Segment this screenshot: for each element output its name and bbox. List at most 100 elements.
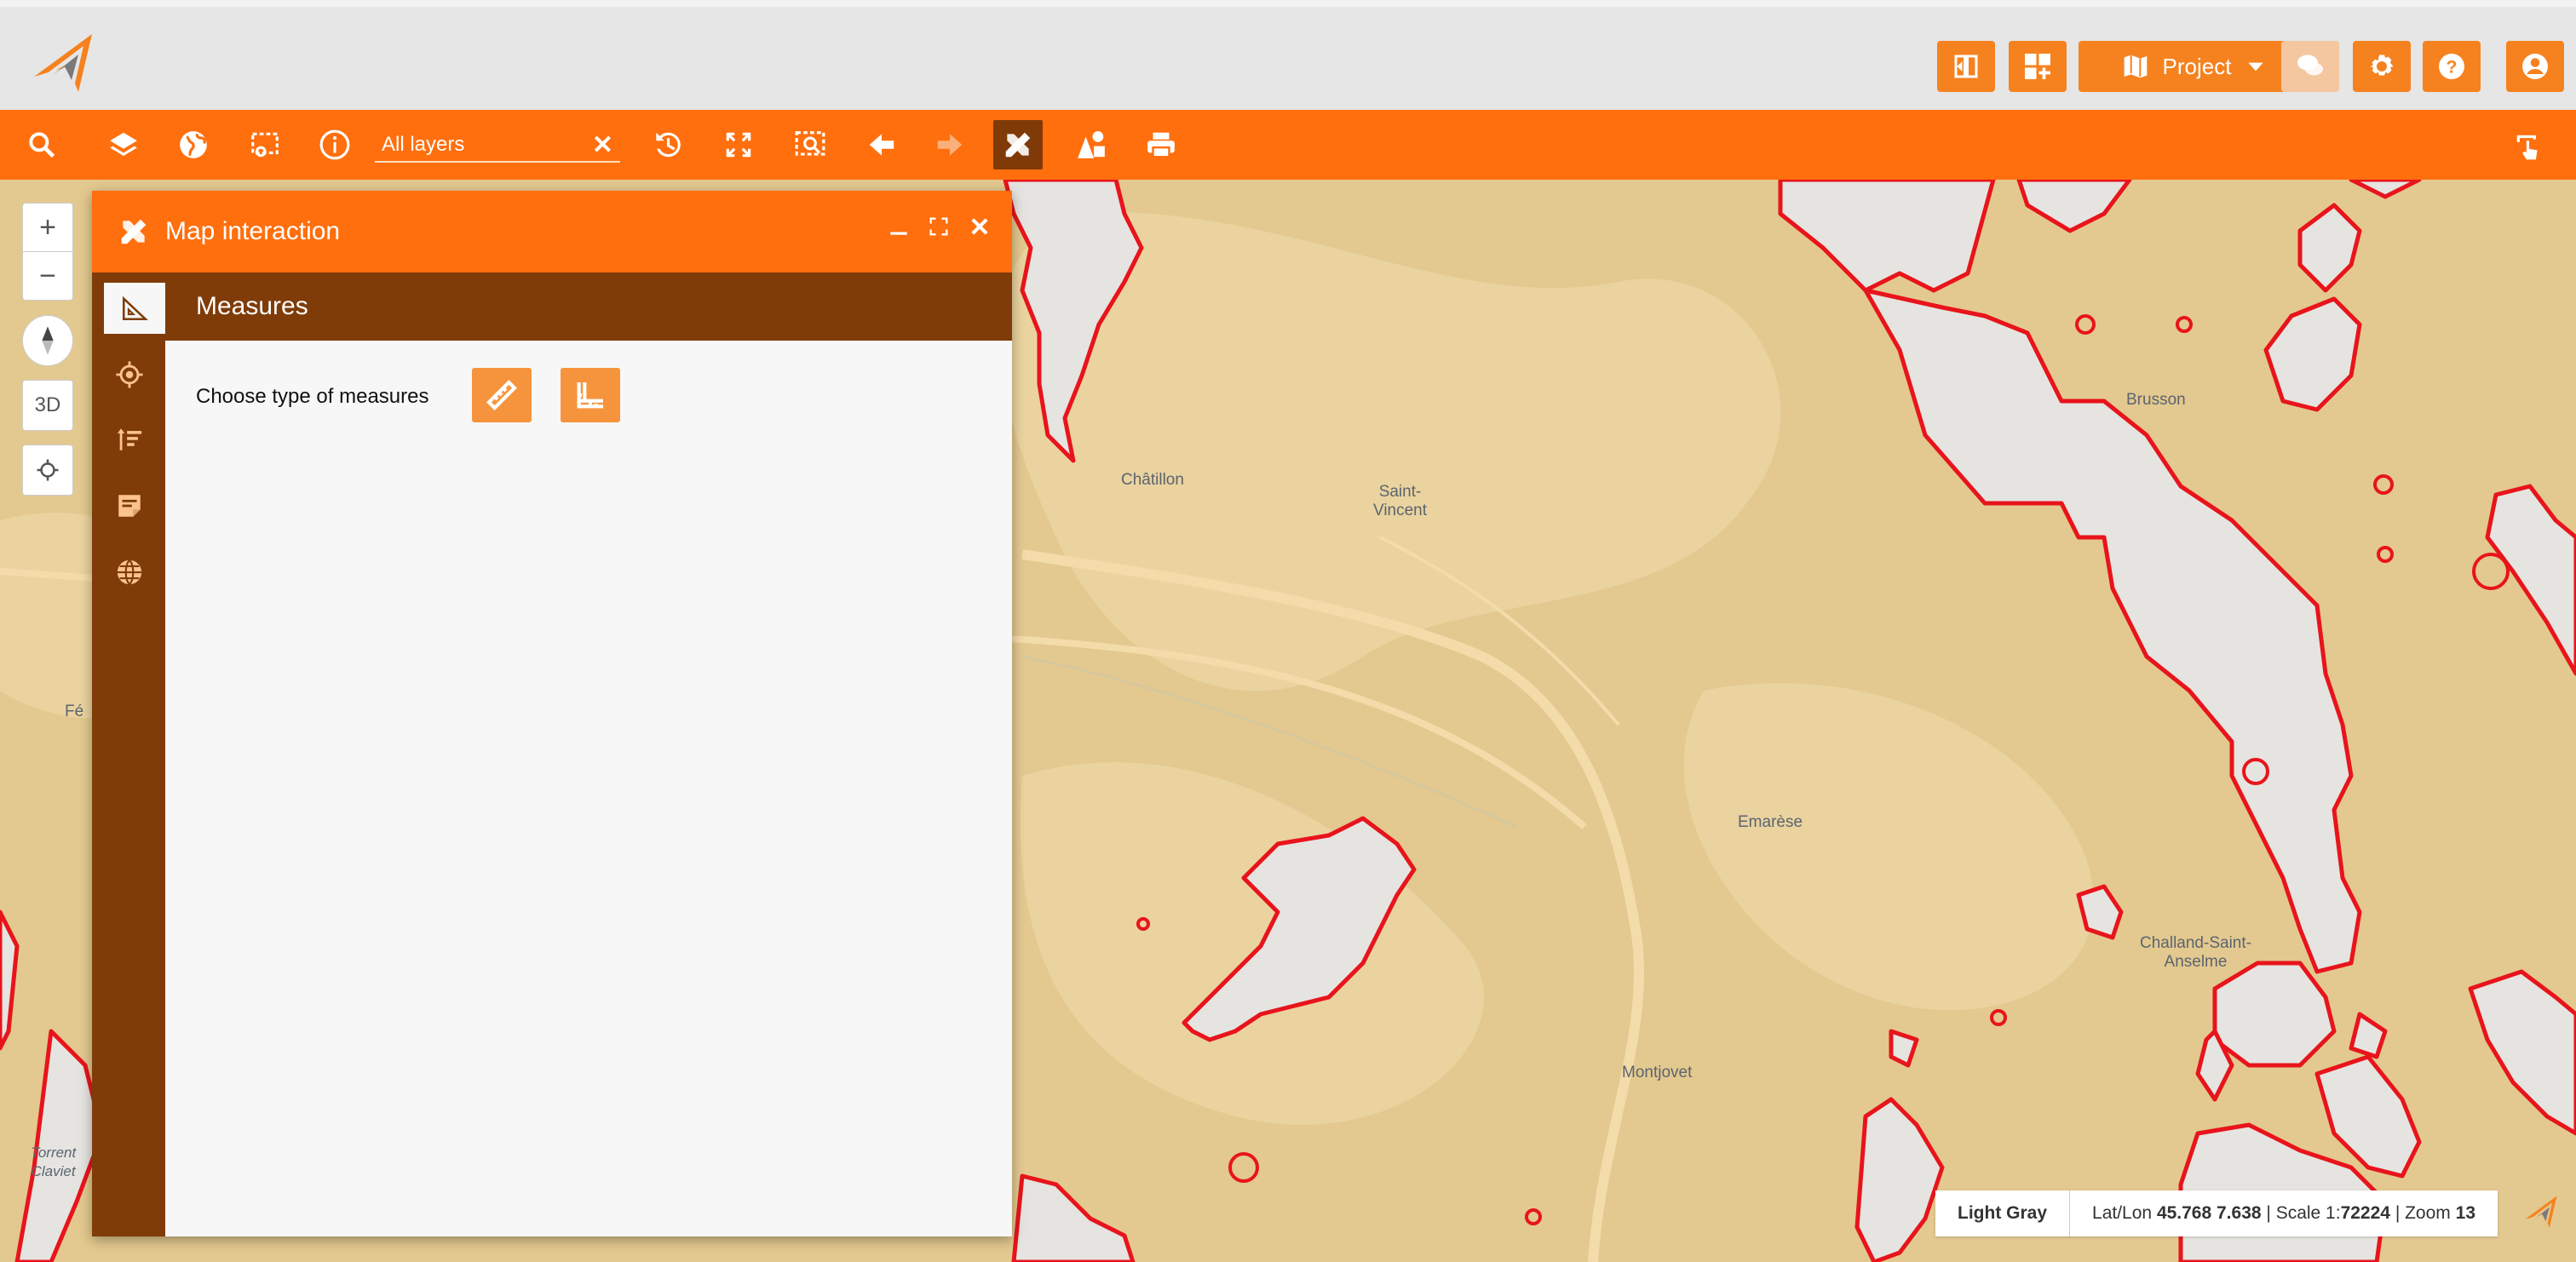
set-square-icon	[122, 295, 148, 321]
target-icon	[116, 361, 143, 388]
corner-logo	[2525, 1196, 2557, 1228]
layers-tool[interactable]	[99, 120, 148, 169]
panel-window-controls	[888, 213, 992, 240]
history-tool[interactable]	[642, 120, 692, 169]
print-tool[interactable]	[1136, 120, 1186, 169]
compass-icon	[42, 326, 54, 355]
ruler-pencil-icon	[1005, 132, 1031, 158]
next-extent-tool[interactable]	[925, 120, 975, 169]
user-circle-icon	[2522, 54, 2548, 79]
dashed-select-icon	[251, 132, 279, 158]
maximize-icon[interactable]	[927, 213, 951, 240]
panel-title: Map interaction	[165, 217, 341, 245]
map-icon	[2124, 54, 2147, 78]
search-icon	[29, 132, 55, 158]
touch-hand-icon	[2516, 135, 2538, 160]
area-square-icon	[577, 382, 603, 409]
latlon-label: Lat/Lon	[2092, 1203, 2153, 1223]
zoom-label: Zoom	[2405, 1203, 2451, 1223]
locate-button[interactable]	[22, 445, 73, 496]
zoom-value: 13	[2455, 1203, 2475, 1223]
ruler-icon	[486, 380, 517, 410]
full-extent-tool[interactable]	[714, 120, 763, 169]
caret-down-icon	[2248, 62, 2264, 72]
compare-view-button[interactable]	[1937, 41, 1995, 92]
place-label: Montjovet	[1622, 1064, 1693, 1081]
zoom-out-button[interactable]: −	[23, 252, 72, 300]
zoom-to-selection-tool[interactable]	[785, 120, 835, 169]
map-interaction-tool[interactable]	[993, 120, 1043, 169]
coordinates-readout: Lat/Lon 45.768 7.638 | Scale 1:72224 | Z…	[2092, 1203, 2475, 1223]
help-button[interactable]: ?	[2423, 41, 2481, 92]
search-tool[interactable]	[17, 120, 66, 169]
arrow-right-icon	[937, 134, 963, 156]
app-header: Project ?	[0, 0, 2576, 110]
crosshair-icon	[37, 459, 59, 481]
question-circle-icon: ?	[2439, 54, 2464, 79]
chat-button[interactable]	[2281, 41, 2339, 92]
layer-search-value: All layers	[382, 133, 465, 156]
tab-notes[interactable]	[104, 480, 155, 531]
minimize-icon[interactable]	[888, 213, 910, 240]
place-label: Fé	[65, 703, 84, 720]
layer-search-input[interactable]: All layers ✕	[375, 129, 620, 163]
app-logo	[34, 34, 92, 92]
svg-text:?: ?	[2447, 58, 2458, 77]
measure-distance-button[interactable]	[472, 368, 532, 422]
tab-coordinates[interactable]	[104, 547, 155, 598]
zoom-control: + −	[22, 203, 73, 301]
tab-measures[interactable]	[104, 283, 165, 334]
tab-position[interactable]	[104, 349, 155, 400]
place-label: Châtillon	[1121, 471, 1184, 489]
choose-measure-label: Choose type of measures	[196, 385, 429, 408]
map-interaction-panel: Map interaction Measures Choose type of …	[92, 191, 1012, 1236]
globe-grid-icon	[117, 559, 142, 585]
map-toolbar: All layers ✕	[0, 110, 2576, 180]
scale-label: Scale 1:	[2275, 1203, 2341, 1223]
note-icon	[118, 495, 141, 517]
place-label: Saint- Vincent	[1373, 483, 1428, 519]
section-header: Measures	[165, 272, 1012, 341]
expand-icon	[726, 132, 751, 158]
info-tool[interactable]	[310, 120, 359, 169]
draw-shapes-tool[interactable]	[1067, 120, 1116, 169]
place-label: Emarèse	[1738, 813, 1803, 831]
ruler-pencil-icon	[121, 219, 147, 244]
basemap-tool[interactable]	[169, 120, 218, 169]
select-area-tool[interactable]	[240, 120, 290, 169]
compass-button[interactable]	[22, 315, 73, 366]
touch-mode-tool[interactable]	[2504, 120, 2554, 169]
basemap-name[interactable]: Light Gray	[1935, 1190, 2071, 1236]
split-view-icon	[1954, 54, 1978, 78]
printer-icon	[1147, 132, 1175, 158]
layers-icon	[110, 132, 137, 156]
place-label: Challand-Saint- Anselme	[2140, 934, 2251, 971]
gear-icon	[2370, 54, 2394, 76]
clear-search-icon[interactable]: ✕	[592, 130, 613, 160]
settings-button[interactable]	[2353, 41, 2411, 92]
info-circle-icon	[319, 129, 350, 160]
panel-header: Map interaction	[92, 191, 1012, 272]
user-account-button[interactable]	[2506, 41, 2564, 92]
sort-lines-icon	[117, 428, 142, 450]
place-label: Torrent Claviet	[31, 1144, 77, 1179]
history-icon	[656, 132, 681, 158]
project-label: Project	[2162, 53, 2232, 79]
project-menu-button[interactable]: Project	[2079, 41, 2310, 92]
zoom-in-button[interactable]: +	[23, 204, 72, 252]
measure-area-button[interactable]	[561, 368, 620, 422]
previous-extent-tool[interactable]	[857, 120, 906, 169]
tab-elevation-profile[interactable]	[104, 414, 155, 465]
close-icon[interactable]	[968, 213, 992, 240]
latlon-value: 45.768 7.638	[2156, 1203, 2262, 1223]
globe-icon	[180, 131, 207, 158]
panel-sidebar	[92, 272, 165, 1236]
add-widget-button[interactable]	[2009, 41, 2067, 92]
toggle-3d-button[interactable]: 3D	[22, 380, 73, 431]
zoom-selection-icon	[795, 131, 825, 156]
map-status-bar: Light Gray Lat/Lon 45.768 7.638 | Scale …	[1935, 1190, 2498, 1236]
scale-value: 72224	[2340, 1203, 2390, 1223]
grid-plus-icon	[2025, 54, 2050, 79]
shapes-icon	[1078, 131, 1105, 158]
chat-bubbles-icon	[2297, 54, 2323, 76]
